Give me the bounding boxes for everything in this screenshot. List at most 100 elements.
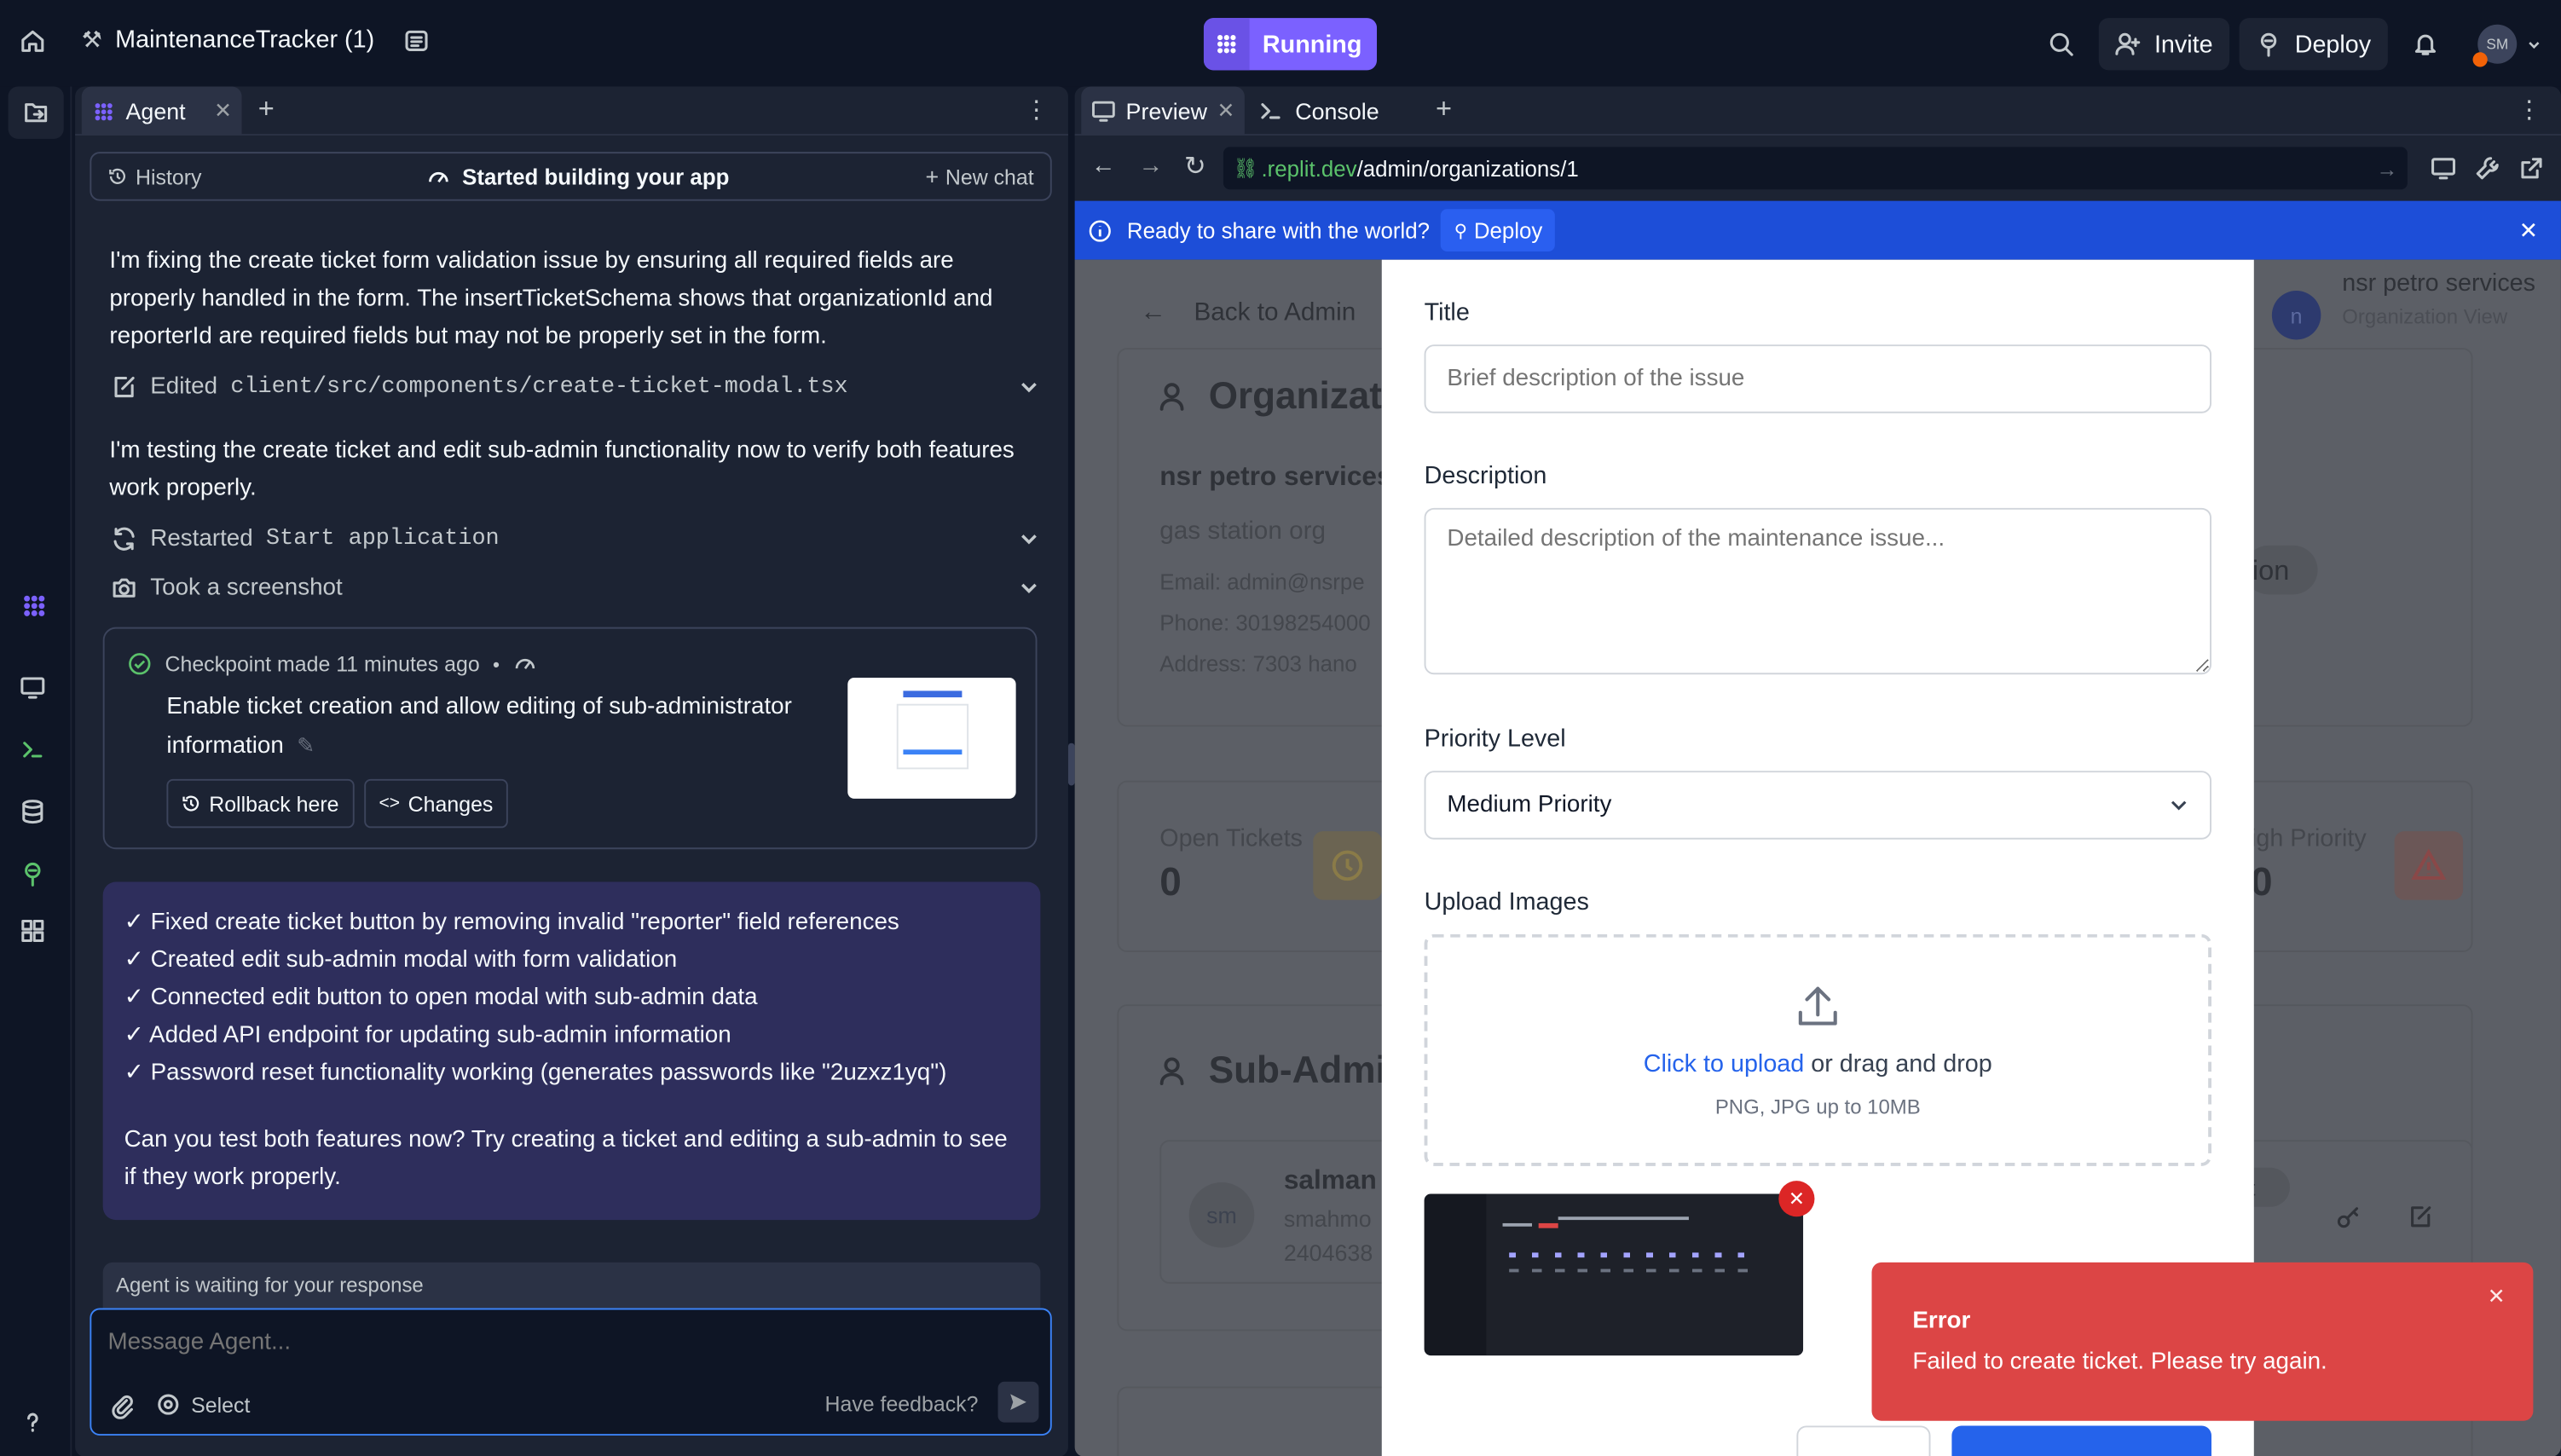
- deploy-button[interactable]: Deploy: [2239, 18, 2388, 71]
- invite-button[interactable]: Invite: [2098, 18, 2229, 71]
- screenshot-row[interactable]: Took a screenshot: [111, 575, 1038, 601]
- banner-deploy-button[interactable]: ⚲ Deploy: [1441, 209, 1556, 252]
- back-label: Back to Admin: [1194, 298, 1356, 327]
- remove-image-button[interactable]: ✕: [1778, 1181, 1815, 1217]
- preview-tool-icon[interactable]: [20, 674, 46, 701]
- org-avatar: n: [2271, 291, 2321, 340]
- description-label: Description: [1424, 462, 1547, 490]
- changes-button[interactable]: <> Changes: [364, 778, 508, 829]
- title-input[interactable]: [1424, 344, 2211, 413]
- search-icon[interactable]: [2048, 31, 2074, 57]
- reset-password-key-icon[interactable]: [2336, 1204, 2362, 1230]
- devtools-wrench-icon[interactable]: [2474, 155, 2500, 182]
- open-new-tab-icon[interactable]: [2518, 155, 2545, 182]
- description-textarea[interactable]: [1424, 507, 2211, 675]
- upload-instructions: Click to upload or drag and drop: [1427, 1050, 2208, 1078]
- history-label: History: [136, 164, 202, 189]
- summary-item: ✓ Fixed create ticket button by removing…: [124, 910, 899, 936]
- pencil-icon[interactable]: ✎: [297, 733, 315, 758]
- tab-preview[interactable]: Preview ✕: [1081, 86, 1245, 136]
- run-status: Running: [1262, 30, 1362, 59]
- toast-title: Error: [1912, 1308, 1971, 1335]
- cancel-button[interactable]: [1796, 1425, 1931, 1456]
- open-tickets-label: Open Tickets: [1159, 824, 1303, 853]
- checkpoint-screenshot-thumbnail[interactable]: [847, 678, 1016, 799]
- upload-link[interactable]: Click to upload: [1644, 1050, 1804, 1078]
- link-icon: ⛓: [1233, 156, 1258, 180]
- create-ticket-button[interactable]: [1951, 1425, 2211, 1456]
- summary-item: ✓ Added API endpoint for updating sub-ad…: [124, 1022, 731, 1049]
- agent-tool-icon[interactable]: [20, 592, 49, 621]
- add-tab-icon[interactable]: +: [258, 93, 275, 125]
- pane-resize-handle[interactable]: [1067, 742, 1075, 786]
- console-tool-icon[interactable]: [20, 737, 46, 763]
- priority-select[interactable]: Medium Priority: [1424, 771, 2211, 840]
- org-user-name: nsr petro services: [2342, 269, 2536, 298]
- refresh-icon[interactable]: ↻: [1184, 150, 1206, 182]
- run-button[interactable]: Running: [1203, 18, 1377, 71]
- back-to-admin-link[interactable]: ← Back to Admin: [1140, 299, 1356, 328]
- feedback-link[interactable]: Have feedback?: [824, 1391, 978, 1416]
- kebab-menu-icon[interactable]: ⋮: [2517, 95, 2541, 124]
- edited-prefix: Edited: [150, 373, 218, 401]
- select-button[interactable]: Select: [155, 1391, 250, 1418]
- subadmins-header: Sub-Admi: [1159, 1049, 1386, 1093]
- attach-icon[interactable]: [109, 1393, 136, 1419]
- subadmin-avatar: sm: [1188, 1182, 1255, 1248]
- forward-arrow-icon[interactable]: →: [1138, 152, 1163, 180]
- new-chat-button[interactable]: + New chat: [926, 164, 1034, 190]
- history-icon: [182, 795, 199, 812]
- info-icon: [1089, 219, 1111, 241]
- close-icon: ✕: [1788, 1187, 1806, 1210]
- add-tab-icon[interactable]: +: [1436, 93, 1452, 125]
- edited-file-row[interactable]: Edited client/src/components/create-tick…: [111, 373, 1038, 401]
- database-icon[interactable]: [20, 799, 46, 825]
- avatar: SM: [2472, 24, 2518, 67]
- agent-pane: Agent ✕ + ⋮ History Started building you…: [75, 86, 1068, 1456]
- summary-list: ✓ Fixed create ticket button by removing…: [124, 904, 1026, 1092]
- tab-console-label: Console: [1295, 97, 1379, 124]
- checkpoint-meta: Checkpoint made 11 minutes ago: [165, 651, 480, 677]
- kebab-menu-icon[interactable]: ⋮: [1024, 95, 1049, 124]
- go-arrow-icon[interactable]: →: [2376, 156, 2397, 181]
- history-button[interactable]: History: [107, 164, 202, 189]
- restart-icon: [113, 527, 135, 551]
- url-bar[interactable]: ⛓ .replit.dev /admin/organizations/1 →: [1223, 147, 2408, 190]
- checkpoint-meta-row: Checkpoint made 11 minutes ago •: [127, 651, 537, 676]
- message-input[interactable]: [107, 1322, 1023, 1362]
- uploaded-image-preview: [1424, 1193, 1804, 1356]
- all-tools-icon[interactable]: [20, 918, 46, 945]
- help-icon[interactable]: [20, 1409, 46, 1436]
- user-menu[interactable]: SM: [2472, 24, 2541, 67]
- close-tab-icon[interactable]: ✕: [214, 98, 232, 124]
- chevron-down-icon: [1021, 583, 1037, 593]
- home-icon[interactable]: [20, 28, 46, 55]
- deployments-icon[interactable]: [20, 861, 46, 887]
- project-name[interactable]: MaintenanceTracker (1): [115, 26, 374, 55]
- tab-console[interactable]: Console: [1257, 87, 1379, 136]
- notifications-bell-icon[interactable]: [2413, 31, 2439, 57]
- back-arrow-icon[interactable]: ←: [1091, 152, 1116, 180]
- send-button[interactable]: [997, 1381, 1039, 1423]
- close-tab-icon[interactable]: ✕: [1217, 98, 1234, 124]
- close-toast-icon[interactable]: ✕: [2488, 1284, 2506, 1310]
- rollback-button[interactable]: Rollback here: [166, 778, 354, 829]
- replit-agent-icon: [1203, 18, 1250, 71]
- chevron-down-icon: [1021, 534, 1037, 545]
- tab-agent[interactable]: Agent ✕: [81, 86, 242, 136]
- upload-hint: PNG, JPG up to 10MB: [1714, 1095, 1921, 1119]
- files-icon[interactable]: [8, 86, 64, 139]
- camera-icon: [113, 578, 136, 598]
- close-banner-icon[interactable]: ✕: [2519, 217, 2538, 245]
- edited-file-path: client/src/components/create-ticket-moda…: [230, 373, 848, 401]
- waiting-notice: Agent is waiting for your response: [102, 1262, 1041, 1309]
- screenshot-label: Took a screenshot: [150, 575, 343, 602]
- top-bar: ⚒ MaintenanceTracker (1) Running Invite …: [0, 0, 2561, 87]
- new-chat-label: New chat: [945, 164, 1034, 189]
- device-view-icon[interactable]: [2431, 155, 2457, 182]
- upload-dropzone[interactable]: Click to upload or drag and drop PNG, JP…: [1424, 933, 2211, 1166]
- edit-subadmin-icon[interactable]: [2408, 1204, 2434, 1230]
- restarted-row[interactable]: Restarted Start application: [111, 526, 1038, 552]
- users-icon: [1159, 1056, 1184, 1085]
- project-menu-icon[interactable]: [404, 27, 431, 54]
